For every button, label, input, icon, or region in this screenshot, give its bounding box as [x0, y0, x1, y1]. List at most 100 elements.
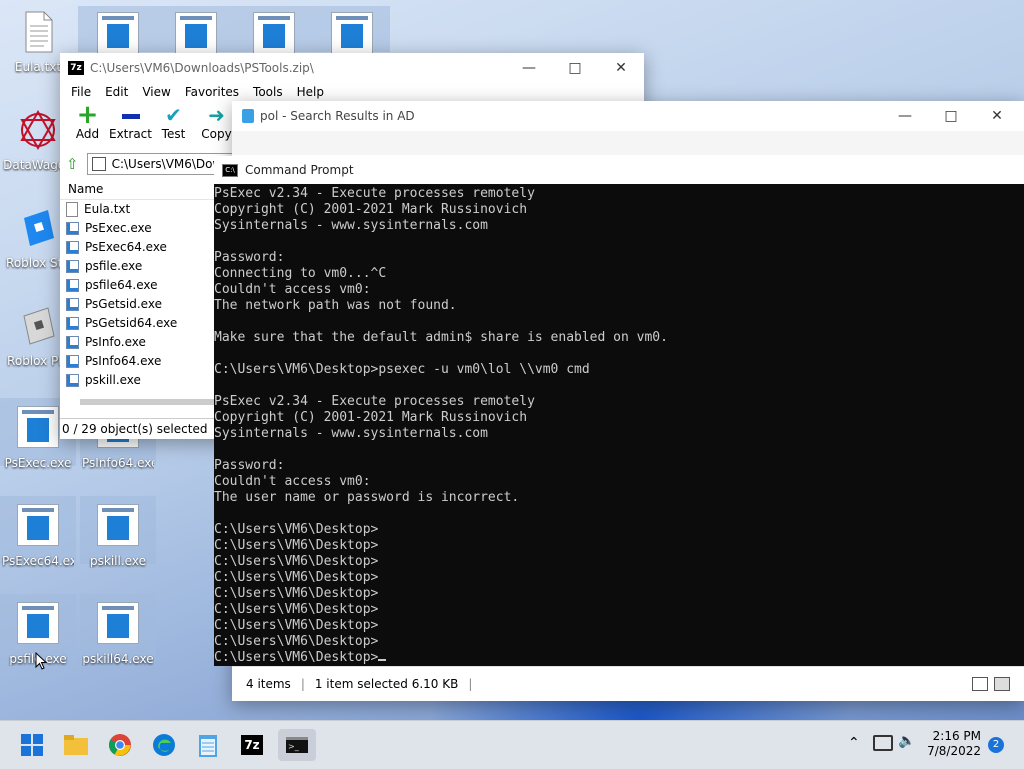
7zip-window-title: C:\Users\VM6\Downloads\PSTools.zip\	[90, 61, 314, 75]
chrome-icon[interactable]	[104, 729, 136, 761]
test-button[interactable]: ✔ Test	[152, 103, 195, 151]
test-label: Test	[161, 127, 186, 141]
notification-badge[interactable]: 2	[988, 737, 1004, 753]
console-line-text: The network path was not found.	[214, 298, 457, 313]
add-label: Add	[75, 127, 100, 141]
edge-icon[interactable]	[148, 729, 180, 761]
roblox-player-icon	[14, 302, 62, 350]
console-line-text: C:\Users\VM6\Desktop>	[214, 554, 379, 569]
minimize-button[interactable]: —	[506, 53, 552, 83]
notepad-icon[interactable]	[192, 729, 224, 761]
file-name: PsInfo64.exe	[85, 354, 162, 368]
cmd-titlebar[interactable]: C:\ Command Prompt	[214, 156, 1024, 184]
add-button[interactable]: + Add	[66, 100, 109, 151]
clock[interactable]: 2:16 PM 7/8/2022	[925, 729, 981, 759]
console-line-text: C:\Users\VM6\Desktop>	[214, 570, 379, 585]
extract-label: Extract	[109, 127, 152, 141]
file-row[interactable]: PsGetsid64.exe	[60, 314, 214, 333]
console-line-text: PsExec v2.34 - Execute processes remotel…	[214, 186, 535, 201]
menu-view[interactable]: View	[135, 83, 177, 103]
column-header-name[interactable]: Name	[60, 179, 214, 200]
file-row[interactable]: pskill.exe	[60, 371, 214, 390]
file-row[interactable]: PsExec.exe	[60, 219, 214, 238]
console-line: C:\Users\VM6\Desktop>	[214, 634, 1024, 650]
network-icon[interactable]	[873, 735, 893, 751]
menu-tools[interactable]: Tools	[246, 83, 290, 103]
7zip-menubar: File Edit View Favorites Tools Help	[60, 83, 644, 103]
console-line-text: C:\Users\VM6\Desktop>	[214, 650, 379, 665]
console-line: Copyright (C) 2001-2021 Mark Russinovich	[214, 202, 1024, 218]
desktop-icon-exe[interactable]	[238, 12, 310, 54]
desktop-icon-pskill64[interactable]: pskill64.exe	[82, 602, 154, 666]
up-folder-icon[interactable]: ⇧	[66, 155, 79, 173]
cmd-taskbar-icon[interactable]: >_	[278, 729, 316, 761]
desktop-icon-pskill[interactable]: pskill.exe	[82, 504, 154, 568]
exe-file-icon	[331, 12, 373, 54]
explorer-titlebar[interactable]: pol - Search Results in AD — □ ✕	[232, 101, 1024, 131]
console-line-text: C:\Users\VM6\Desktop>	[214, 522, 379, 537]
desktop-icon-exe[interactable]	[160, 12, 232, 54]
console-line: C:\Users\VM6\Desktop>	[214, 650, 1024, 666]
search-folder-icon	[242, 109, 254, 123]
console-line: Password:	[214, 458, 1024, 474]
console-line-text: Connecting to vm0...^C	[214, 266, 387, 281]
file-row[interactable]: PsInfo.exe	[60, 333, 214, 352]
file-name: PsInfo.exe	[85, 335, 146, 349]
plus-icon: +	[76, 100, 99, 130]
close-button[interactable]: ✕	[598, 53, 644, 83]
menu-edit[interactable]: Edit	[98, 83, 135, 103]
extract-button[interactable]: Extract	[109, 103, 152, 151]
console-line: Connecting to vm0...^C	[214, 266, 1024, 282]
menu-favorites[interactable]: Favorites	[178, 83, 246, 103]
7zip-taskbar-icon[interactable]: 7z	[236, 729, 268, 761]
desktop-icon-label: PsInfo64.exe	[82, 456, 154, 470]
file-name: PsExec64.exe	[85, 240, 167, 254]
exe-file-icon	[66, 336, 79, 349]
minus-icon	[109, 103, 152, 127]
cmd-output[interactable]: PsExec v2.34 - Execute processes remotel…	[214, 184, 1024, 666]
file-row[interactable]: Eula.txt	[60, 200, 214, 219]
file-name: psfile64.exe	[85, 278, 158, 292]
volume-icon[interactable]: 🔈	[898, 733, 915, 749]
start-button[interactable]	[16, 729, 48, 761]
console-line-text: C:\Users\VM6\Desktop>	[214, 634, 379, 649]
console-line-text: C:\Users\VM6\Desktop>	[214, 618, 379, 633]
tiles-view-icon[interactable]	[994, 677, 1010, 691]
exe-file-icon	[66, 241, 79, 254]
desktop-icon-psexec64[interactable]: PsExec64.exe	[2, 504, 74, 568]
desktop-icon-exe[interactable]	[316, 12, 388, 54]
7zip-titlebar[interactable]: 7z C:\Users\VM6\Downloads\PSTools.zip\ —…	[60, 53, 644, 83]
console-line: Couldn't access vm0:	[214, 282, 1024, 298]
details-view-icon[interactable]	[972, 677, 988, 691]
exe-file-icon	[175, 12, 217, 54]
path-text: C:\Users\VM6\Dow	[111, 157, 223, 171]
file-row[interactable]: psfile64.exe	[60, 276, 214, 295]
console-line: C:\Users\VM6\Desktop>	[214, 554, 1024, 570]
cmd-app-icon: C:\	[222, 163, 238, 177]
file-explorer-icon[interactable]	[60, 729, 92, 761]
console-line: C:\Users\VM6\Desktop>	[214, 586, 1024, 602]
console-line: The user name or password is incorrect.	[214, 490, 1024, 506]
file-row[interactable]: PsInfo64.exe	[60, 352, 214, 371]
command-prompt-window[interactable]: C:\ Command Prompt PsExec v2.34 - Execut…	[214, 156, 1024, 666]
clock-time: 2:16 PM	[932, 729, 981, 743]
close-button[interactable]: ✕	[974, 101, 1020, 131]
file-name: PsGetsid64.exe	[85, 316, 178, 330]
maximize-button[interactable]: □	[928, 101, 974, 131]
exe-file-icon	[97, 504, 139, 546]
menu-help[interactable]: Help	[290, 83, 331, 103]
7zip-app-icon: 7z	[68, 61, 84, 75]
maximize-button[interactable]: □	[552, 53, 598, 83]
console-line: PsExec v2.34 - Execute processes remotel…	[214, 394, 1024, 410]
console-line: C:\Users\VM6\Desktop>	[214, 570, 1024, 586]
file-row[interactable]: psfile.exe	[60, 257, 214, 276]
desktop-icon-exe[interactable]	[82, 12, 154, 54]
exe-file-icon	[66, 317, 79, 330]
chevron-up-icon[interactable]: ⌃	[848, 735, 860, 751]
desktop-icon-label: pskill.exe	[90, 554, 146, 568]
horizontal-scrollbar[interactable]	[80, 399, 214, 405]
minimize-button[interactable]: —	[882, 101, 928, 131]
file-row[interactable]: PsGetsid.exe	[60, 295, 214, 314]
file-row[interactable]: PsExec64.exe	[60, 238, 214, 257]
